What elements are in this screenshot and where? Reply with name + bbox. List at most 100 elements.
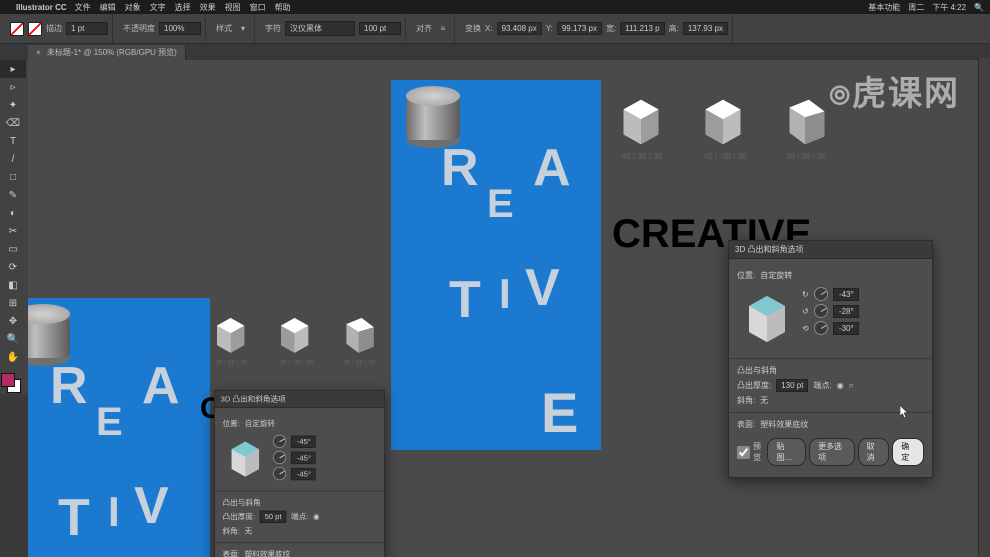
menu-select[interactable]: 选择 <box>175 2 191 13</box>
rot-y-field[interactable]: -28° <box>833 305 859 318</box>
surface-label: 表面: <box>737 419 755 430</box>
cube-label-1: 45 / 35 / 30 <box>612 152 672 161</box>
zoom-tool[interactable]: 🔍 <box>0 330 26 348</box>
map-art-button[interactable]: 贴图… <box>767 438 806 466</box>
magic-wand-tool[interactable]: ✦ <box>0 96 26 114</box>
letter-V[interactable]: V <box>134 476 169 536</box>
more-options-button[interactable]: 更多选项 <box>809 438 854 466</box>
letter-E[interactable]: E <box>541 380 578 445</box>
section-label: 凸出与斜角 <box>737 365 777 376</box>
style-label: 样式 <box>216 23 232 34</box>
watermark-text: 虎课网 <box>852 75 960 113</box>
stroke-swatch[interactable] <box>28 22 42 36</box>
letter-E[interactable]: E <box>487 182 514 227</box>
stroke-weight[interactable]: 1 pt <box>66 22 108 35</box>
w-field[interactable]: 111.213 p <box>620 22 664 35</box>
app-name[interactable]: Illustrator CC <box>16 3 67 12</box>
menu-window[interactable]: 窗口 <box>250 2 266 13</box>
free-transform-tool[interactable]: ⊞ <box>0 294 26 312</box>
x-field[interactable]: 93.408 px <box>497 22 542 35</box>
cap-off-icon[interactable]: ○ <box>849 381 854 390</box>
canvas[interactable]: REATIVE REATIVE 45 / 35 / 30 -45 / -35 /… <box>28 60 978 557</box>
right-dock[interactable] <box>978 58 990 557</box>
rotate-tool[interactable]: ▭ <box>0 240 26 258</box>
preview-cube[interactable] <box>737 288 797 348</box>
scale-tool[interactable]: ⟳ <box>0 258 26 276</box>
x-label: X: <box>485 24 493 33</box>
h-field[interactable]: 137.93 px <box>683 22 728 35</box>
fill-swatch[interactable] <box>10 22 24 36</box>
scissors-tool[interactable]: ✂ <box>0 222 26 240</box>
dialog-3d-extrude[interactable]: 3D 凸出和斜角选项 位置:自定旋转 ↻-43° ↺-28° ⟲-30° 凸出与… <box>728 240 933 478</box>
rot-y-dial[interactable] <box>814 304 828 318</box>
preset-dropdown-small[interactable]: 自定旋转 <box>245 419 293 429</box>
shaper-tool[interactable]: ◐ <box>0 204 26 222</box>
hand-tool[interactable]: ✋ <box>0 348 26 366</box>
opacity-label: 不透明度 <box>123 23 155 34</box>
letter-T[interactable]: T <box>58 488 90 548</box>
dialog-3d-extrude-small[interactable]: 3D 凸出和斜角选项 位置:自定旋转 -45° -45° -45° 凸出与斜角 … <box>214 390 385 557</box>
letter-E[interactable]: E <box>96 400 123 445</box>
reference-cubes-copy: 45 / 35 / 30 -45 / -35 / 30 35 / 35 / 30 <box>208 312 381 357</box>
document-tab[interactable]: × 未标题-1* @ 150% (RGB/GPU 预览) <box>28 45 186 60</box>
font-size-field[interactable]: 100 pt <box>359 22 401 35</box>
extrude-field[interactable]: 130 pt <box>776 379 808 392</box>
rot-x-dial[interactable] <box>814 287 828 301</box>
eyedropper-tool[interactable]: ✥ <box>0 312 26 330</box>
clock-day: 周二 <box>908 2 924 13</box>
clock-time: 下午 4:22 <box>932 2 966 13</box>
lasso-tool[interactable]: ⌫ <box>0 114 26 132</box>
workspace-indicator[interactable]: 基本功能 <box>868 2 900 13</box>
align-left-icon[interactable]: ≡ <box>436 22 450 36</box>
cube-label-3: 35 / 35 / 30 <box>776 152 836 161</box>
cylinder-3d-object[interactable] <box>406 86 460 148</box>
dialog-title-small[interactable]: 3D 凸出和斜角选项 <box>215 391 384 408</box>
menu-view[interactable]: 视图 <box>225 2 241 13</box>
surface-dropdown[interactable]: 塑料效果底纹 <box>760 419 840 430</box>
brush-tool[interactable]: ✎ <box>0 186 26 204</box>
letter-T[interactable]: T <box>449 270 481 330</box>
watermark-logo: ⦾虎课网 <box>829 66 960 115</box>
document-tabs: × 未标题-1* @ 150% (RGB/GPU 预览) <box>0 44 990 60</box>
preset-dropdown[interactable]: 自定旋转 <box>760 270 820 281</box>
menu-help[interactable]: 帮助 <box>275 2 291 13</box>
preview-cube-small[interactable] <box>223 436 269 482</box>
menu-edit[interactable]: 编辑 <box>100 2 116 13</box>
cap-label: 端点: <box>813 380 831 391</box>
menu-file[interactable]: 文件 <box>75 2 91 13</box>
cap-on-icon[interactable]: ◉ <box>837 381 844 390</box>
color-swatch[interactable] <box>0 372 22 394</box>
rect-tool[interactable]: □ <box>0 168 26 186</box>
type-tool[interactable]: T <box>0 132 26 150</box>
font-field[interactable]: 汉仪黑体 <box>285 21 355 36</box>
tab-close-icon[interactable]: × <box>36 48 41 57</box>
rot-z-dial[interactable] <box>814 321 828 335</box>
rot-z-field[interactable]: -30° <box>833 322 859 335</box>
tab-title: 未标题-1* @ 150% (RGB/GPU 预览) <box>47 48 177 57</box>
dialog-title[interactable]: 3D 凸出和斜角选项 <box>729 241 932 259</box>
letter-A[interactable]: A <box>142 356 180 416</box>
cancel-button[interactable]: 取消 <box>858 438 890 466</box>
h-label: 高: <box>669 23 679 34</box>
menu-type[interactable]: 文字 <box>150 2 166 13</box>
line-tool[interactable]: / <box>0 150 26 168</box>
letter-I[interactable]: I <box>108 488 120 536</box>
width-tool[interactable]: ◧ <box>0 276 26 294</box>
search-icon[interactable]: 🔍 <box>974 3 984 12</box>
rot-x-field[interactable]: -43° <box>833 288 859 301</box>
bevel-dropdown[interactable]: 无 <box>760 395 768 406</box>
letter-I[interactable]: I <box>499 270 511 318</box>
fg-color[interactable] <box>1 373 15 387</box>
direct-select-tool[interactable]: ▹ <box>0 78 26 96</box>
menu-object[interactable]: 对象 <box>125 2 141 13</box>
menu-effect[interactable]: 效果 <box>200 2 216 13</box>
letter-V[interactable]: V <box>525 258 560 318</box>
style-icon[interactable]: ▾ <box>236 22 250 36</box>
ok-button[interactable]: 确定 <box>892 438 924 466</box>
selection-tool[interactable]: ▸ <box>0 60 26 78</box>
y-field[interactable]: 99.173 px <box>557 22 602 35</box>
stroke-label: 描边 <box>46 23 62 34</box>
opacity-field[interactable]: 100% <box>159 22 201 35</box>
letter-A[interactable]: A <box>533 138 571 198</box>
preview-checkbox[interactable]: 预览 <box>737 441 764 463</box>
